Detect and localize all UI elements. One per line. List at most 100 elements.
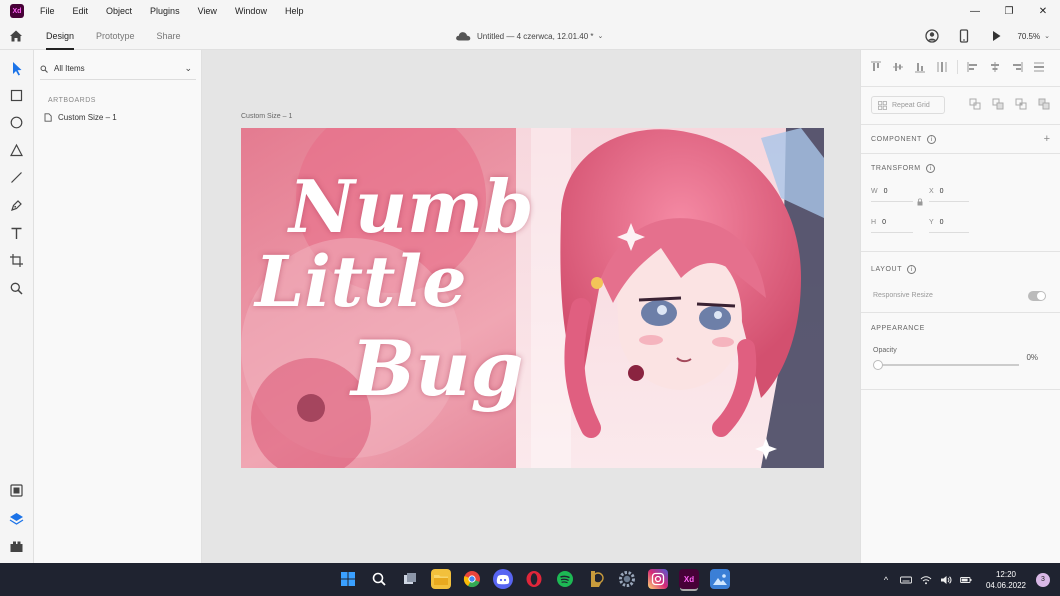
select-tool-icon[interactable] (8, 60, 25, 77)
align-top-icon[interactable] (869, 60, 883, 74)
play-icon[interactable] (989, 29, 1003, 43)
menu-edit[interactable]: Edit (73, 6, 89, 16)
divider (957, 60, 958, 74)
artboard-layer-item[interactable]: Custom Size – 1 (44, 113, 117, 122)
boolean-add-icon[interactable] (969, 98, 981, 110)
tab-design[interactable]: Design (46, 22, 75, 50)
boolean-operations (969, 98, 1060, 110)
zoom-level[interactable]: 70.5% (1017, 32, 1040, 41)
info-icon[interactable]: i (926, 135, 936, 144)
user-icon[interactable] (925, 29, 940, 43)
info-icon[interactable]: i (925, 164, 935, 173)
taskbar-search-icon[interactable] (369, 569, 389, 589)
align-right-icon[interactable] (1010, 60, 1024, 74)
photos-icon[interactable] (710, 569, 730, 589)
chrome-icon[interactable] (462, 569, 482, 589)
volume-icon[interactable] (940, 574, 952, 586)
polygon-tool-icon[interactable] (8, 142, 25, 159)
clock[interactable]: 12:20 04.06.2022 (986, 569, 1026, 591)
discord-icon[interactable] (493, 569, 513, 589)
windows-start-icon[interactable] (338, 569, 358, 589)
rectangle-tool-icon[interactable] (8, 87, 25, 104)
keyboard-icon[interactable] (900, 574, 912, 586)
league-of-legends-icon[interactable] (586, 569, 606, 589)
layer-filter-label: All Items (54, 64, 85, 73)
canvas[interactable]: Custom Size – 1 Numb Little Bug (202, 50, 860, 563)
notification-badge[interactable]: 3 (1036, 572, 1050, 587)
align-toolbar (869, 60, 1055, 78)
line-tool-icon[interactable] (8, 169, 25, 186)
battery-icon[interactable] (960, 574, 972, 586)
slider-track (881, 364, 1019, 366)
divider (861, 153, 1060, 154)
menu-view[interactable]: View (198, 6, 217, 16)
add-component-icon[interactable]: + (1044, 133, 1050, 145)
spotify-icon[interactable] (555, 569, 575, 589)
lock-icon[interactable] (917, 198, 923, 206)
x-field[interactable]: X 0 (929, 188, 944, 195)
menu-plugins[interactable]: Plugins (150, 6, 180, 16)
menu-help[interactable]: Help (285, 6, 304, 16)
title-bar: Design Prototype Share Untitled — 4 czer… (0, 22, 1060, 50)
opera-icon[interactable] (524, 569, 544, 589)
boolean-subtract-icon[interactable] (992, 98, 1004, 110)
field-underline (871, 201, 913, 202)
tab-share[interactable]: Share (157, 22, 181, 50)
align-bottom-icon[interactable] (913, 60, 927, 74)
pen-tool-icon[interactable] (8, 197, 25, 214)
ellipse-tool-icon[interactable] (8, 114, 25, 131)
menu-object[interactable]: Object (106, 6, 132, 16)
layout-heading: LAYOUT (871, 266, 903, 273)
menu-file[interactable]: File (40, 6, 55, 16)
minimize-button[interactable]: — (958, 0, 992, 22)
mobile-preview-icon[interactable] (957, 29, 971, 43)
tool-strip (0, 50, 34, 563)
plugins-icon[interactable] (8, 538, 25, 555)
wifi-icon[interactable] (920, 574, 932, 586)
align-center-icon[interactable] (988, 60, 1002, 74)
menu-window[interactable]: Window (235, 6, 267, 16)
distribute-horizontal-icon[interactable] (1032, 60, 1046, 74)
divider (861, 86, 1060, 87)
component-section-title: COMPONENT i (871, 135, 936, 144)
responsive-resize-toggle[interactable] (1028, 291, 1046, 301)
slider-thumb[interactable] (873, 360, 883, 370)
maximize-button[interactable]: ❐ (992, 0, 1026, 22)
menu-items: File Edit Object Plugins View Window Hel… (40, 6, 321, 16)
file-explorer-icon[interactable] (431, 569, 451, 589)
field-underline (929, 232, 969, 233)
assets-icon[interactable] (8, 482, 25, 499)
task-view-icon[interactable] (400, 569, 420, 589)
artboard[interactable]: Numb Little Bug (241, 128, 824, 468)
info-icon[interactable]: i (907, 265, 917, 274)
document-title[interactable]: Untitled — 4 czerwca, 12.01.40 * ⌄ (455, 22, 603, 50)
opacity-value[interactable]: 0% (1026, 353, 1038, 362)
align-middle-icon[interactable] (891, 60, 905, 74)
tab-prototype[interactable]: Prototype (96, 22, 135, 50)
chevron-up-icon[interactable]: ^ (880, 574, 892, 586)
artboard-tool-icon[interactable] (8, 252, 25, 269)
chevron-down-icon[interactable]: ⌄ (598, 32, 604, 40)
repeat-grid-button[interactable]: Repeat Grid (871, 96, 945, 114)
height-field[interactable]: H 0 (871, 219, 886, 226)
align-left-icon[interactable] (966, 60, 980, 74)
instagram-icon[interactable] (648, 569, 668, 589)
width-field[interactable]: W 0 (871, 188, 888, 195)
layer-filter-dropdown[interactable]: All Items ⌄ (40, 58, 196, 80)
adobe-xd-icon[interactable]: Xd (679, 569, 699, 589)
close-button[interactable]: ✕ (1026, 0, 1060, 22)
zoom-chevron-icon[interactable]: ⌄ (1044, 32, 1050, 40)
y-field[interactable]: Y 0 (929, 219, 944, 226)
settings-icon[interactable] (617, 569, 637, 589)
home-icon[interactable] (8, 28, 24, 44)
distribute-vertical-icon[interactable] (935, 60, 949, 74)
zoom-tool-icon[interactable] (8, 280, 25, 297)
xd-logo-icon[interactable]: Xd (10, 4, 24, 18)
opacity-label: Opacity (873, 347, 897, 354)
opacity-slider[interactable] (873, 360, 1019, 370)
text-tool-icon[interactable] (8, 225, 25, 242)
boolean-exclude-icon[interactable] (1038, 98, 1050, 110)
boolean-intersect-icon[interactable] (1015, 98, 1027, 110)
layers-icon[interactable] (8, 510, 25, 527)
artboard-title[interactable]: Custom Size – 1 (241, 113, 292, 120)
